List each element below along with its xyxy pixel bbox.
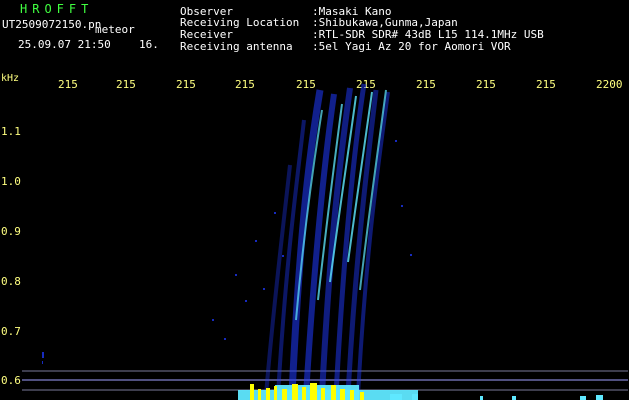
hrofft-window: HROFFT UT2509072150.pn meteor 25.09.07 2…	[0, 0, 629, 400]
power-meter	[238, 383, 603, 400]
spectrogram-display	[22, 83, 628, 400]
signal-streaks	[264, 83, 390, 396]
